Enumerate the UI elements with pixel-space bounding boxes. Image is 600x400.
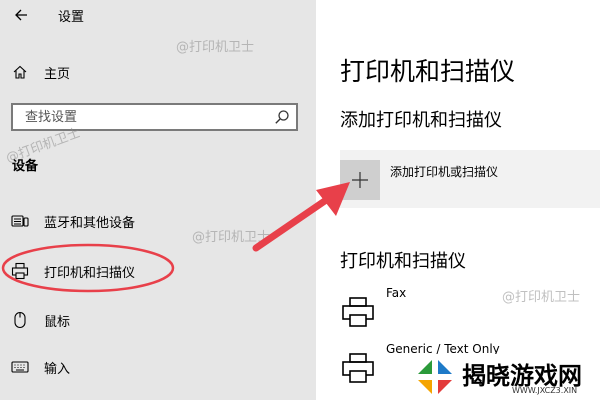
sidebar-item-input[interactable]: 输入 — [0, 352, 316, 382]
printer-item-fax[interactable]: Fax — [340, 286, 600, 334]
printer-name: Fax — [386, 286, 407, 300]
add-tile — [340, 160, 380, 200]
sidebar-item-printers[interactable]: 打印机和扫描仪 — [0, 256, 316, 286]
mouse-icon — [10, 310, 30, 330]
printer-icon — [10, 261, 30, 281]
sidebar-item-home[interactable]: 主页 — [0, 57, 316, 87]
printer-icon — [342, 353, 374, 383]
printers-list-title: 打印机和扫描仪 — [340, 251, 466, 272]
keyboard-icon — [10, 357, 30, 377]
sidebar-item-label: 打印机和扫描仪 — [44, 265, 136, 281]
brand-watermark: 揭晓游戏网 WWW.JXCZ3.XIN — [412, 354, 600, 400]
sidebar-item-label: 鼠标 — [44, 314, 71, 330]
page-title: 打印机和扫描仪 — [340, 57, 516, 86]
keyboard-device-icon — [10, 211, 30, 231]
search-icon[interactable] — [274, 109, 290, 125]
home-icon — [10, 62, 30, 82]
watermark: @打印机卫士 — [176, 40, 255, 55]
sidebar-item-label: 主页 — [44, 66, 71, 82]
brand-url: WWW.JXCZ3.XIN — [512, 386, 578, 395]
back-arrow-icon — [15, 9, 27, 21]
plus-icon — [352, 172, 368, 188]
sidebar-item-label: 输入 — [44, 361, 71, 377]
add-printer-button[interactable]: 添加打印机或扫描仪 — [340, 150, 600, 208]
section-label-devices: 设备 — [12, 159, 39, 174]
sidebar-item-label: 蓝牙和其他设备 — [44, 215, 136, 231]
add-printer-label: 添加打印机或扫描仪 — [390, 165, 499, 179]
back-button[interactable] — [10, 4, 32, 26]
search-input[interactable] — [13, 105, 253, 129]
search-box[interactable] — [11, 103, 298, 131]
sidebar-item-mouse[interactable]: 鼠标 — [0, 305, 316, 335]
sidebar-item-bluetooth[interactable]: 蓝牙和其他设备 — [0, 206, 316, 236]
printer-icon — [342, 297, 374, 327]
app-title: 设置 — [58, 10, 85, 25]
add-section-title: 添加打印机和扫描仪 — [340, 110, 502, 131]
sidebar: 设置 主页 设备 蓝牙和其他设备 — [0, 0, 316, 400]
main-pane: 打印机和扫描仪 添加打印机和扫描仪 添加打印机或扫描仪 打印机和扫描仪 Fax … — [316, 0, 600, 400]
brand-logo-icon — [418, 360, 452, 394]
